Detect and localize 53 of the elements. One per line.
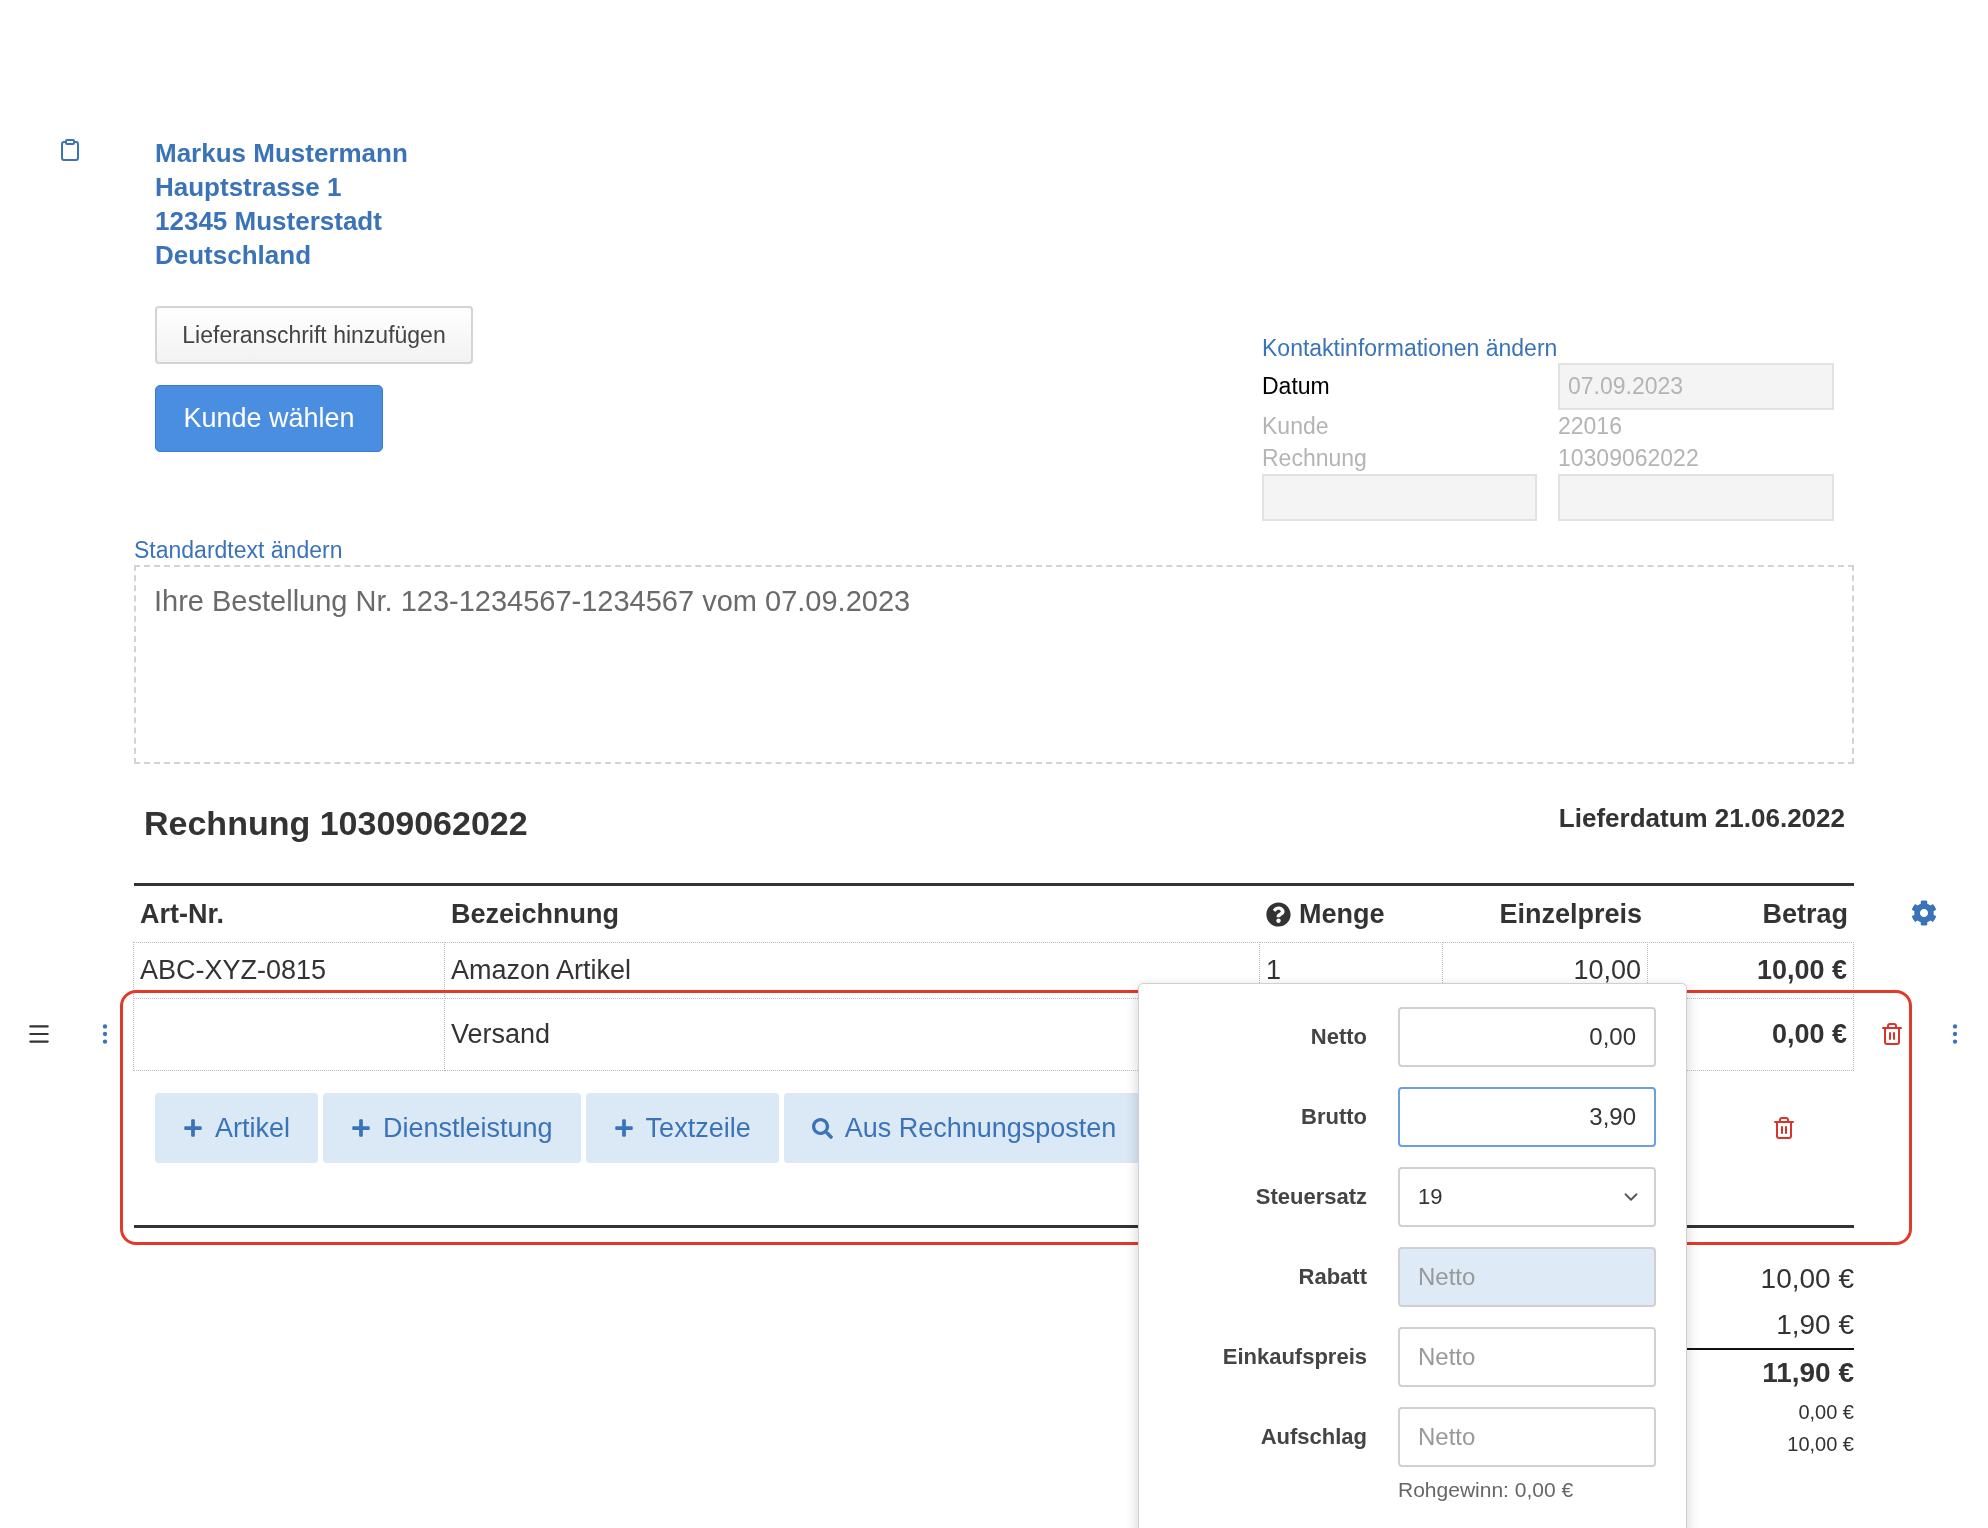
total-amount: 0,00 € — [1798, 1400, 1854, 1425]
address-line: Deutschland — [155, 239, 313, 272]
field-label: Steuersatz — [1254, 1184, 1367, 1210]
input-field[interactable] — [1262, 474, 1537, 521]
plus-icon — [351, 1118, 371, 1138]
info-label: Rechnung — [1262, 444, 1368, 473]
address-line: Hauptstrasse 1 — [155, 171, 343, 204]
delete-icon[interactable] — [1772, 1116, 1796, 1140]
settings-icon[interactable] — [1911, 899, 1937, 926]
info-value: 22016 — [1558, 412, 1623, 441]
total-amount: 1,90 € — [1776, 1308, 1854, 1342]
field-label: Brutto — [1300, 1104, 1367, 1130]
column-header: Betrag — [1762, 898, 1848, 930]
plus-icon — [183, 1118, 203, 1138]
search-icon — [811, 1117, 833, 1139]
add-item-button[interactable]: Dienstleistung — [323, 1093, 581, 1163]
field-label: Datum — [1262, 372, 1331, 401]
input-field[interactable]: Netto — [1398, 1407, 1656, 1467]
info-label: Kunde — [1262, 412, 1330, 441]
address-line: Markus Mustermann — [155, 137, 409, 170]
field-label: Rabatt — [1297, 1264, 1367, 1290]
input-field[interactable]: Netto — [1398, 1327, 1656, 1387]
plus-icon — [613, 1118, 634, 1138]
input-field[interactable]: Netto — [1398, 1247, 1656, 1307]
add-delivery-address-button[interactable]: Lieferanschrift hinzufügen — [155, 306, 473, 364]
clipboard-icon — [58, 138, 82, 162]
column-header: Bezeichnung — [451, 898, 619, 930]
column-header: Einzelpreis — [1499, 898, 1642, 930]
edit-contact-link[interactable]: Kontaktinformationen ändern — [1262, 335, 1558, 361]
gross-profit-note: Rohgewinn: 0,00 € — [1398, 1478, 1575, 1502]
delete-icon[interactable] — [1880, 1022, 1904, 1046]
tax-rate-select[interactable]: 19 — [1398, 1167, 1656, 1227]
text-area[interactable]: Ihre Bestellung Nr. 123-1234567-1234567 vom 07.09.2023 — [134, 565, 1854, 764]
total-amount: 10,00 € — [1760, 1262, 1854, 1296]
column-header: Art-Nr. — [140, 898, 224, 930]
input-field[interactable]: 0,00 — [1398, 1007, 1656, 1067]
column-header: Menge — [1299, 898, 1385, 930]
field-label: Aufschlag — [1259, 1424, 1367, 1450]
choose-customer-button[interactable]: Kunde wählen — [155, 385, 383, 452]
invoice-title: Rechnung 10309062022 — [144, 804, 528, 843]
add-item-button[interactable]: Textzeile — [585, 1093, 779, 1163]
field-label: Netto — [1309, 1024, 1367, 1050]
info-value: 10309062022 — [1558, 444, 1700, 473]
total-amount: 10,00 € — [1787, 1432, 1854, 1457]
address-line: 12345 Musterstadt — [155, 205, 383, 238]
edit-text-link[interactable]: Standardtext ändern — [134, 537, 343, 563]
delivery-date: Lieferdatum 21.06.2022 — [1558, 803, 1845, 834]
table-cell: ABC-XYZ-0815 — [133, 942, 445, 999]
add-item-button[interactable]: Artikel — [155, 1093, 318, 1163]
input-field[interactable] — [1558, 474, 1834, 521]
help-icon — [1266, 901, 1291, 927]
field-label: Einkaufspreis — [1221, 1344, 1367, 1370]
input-field[interactable]: 3,90 — [1398, 1087, 1656, 1147]
